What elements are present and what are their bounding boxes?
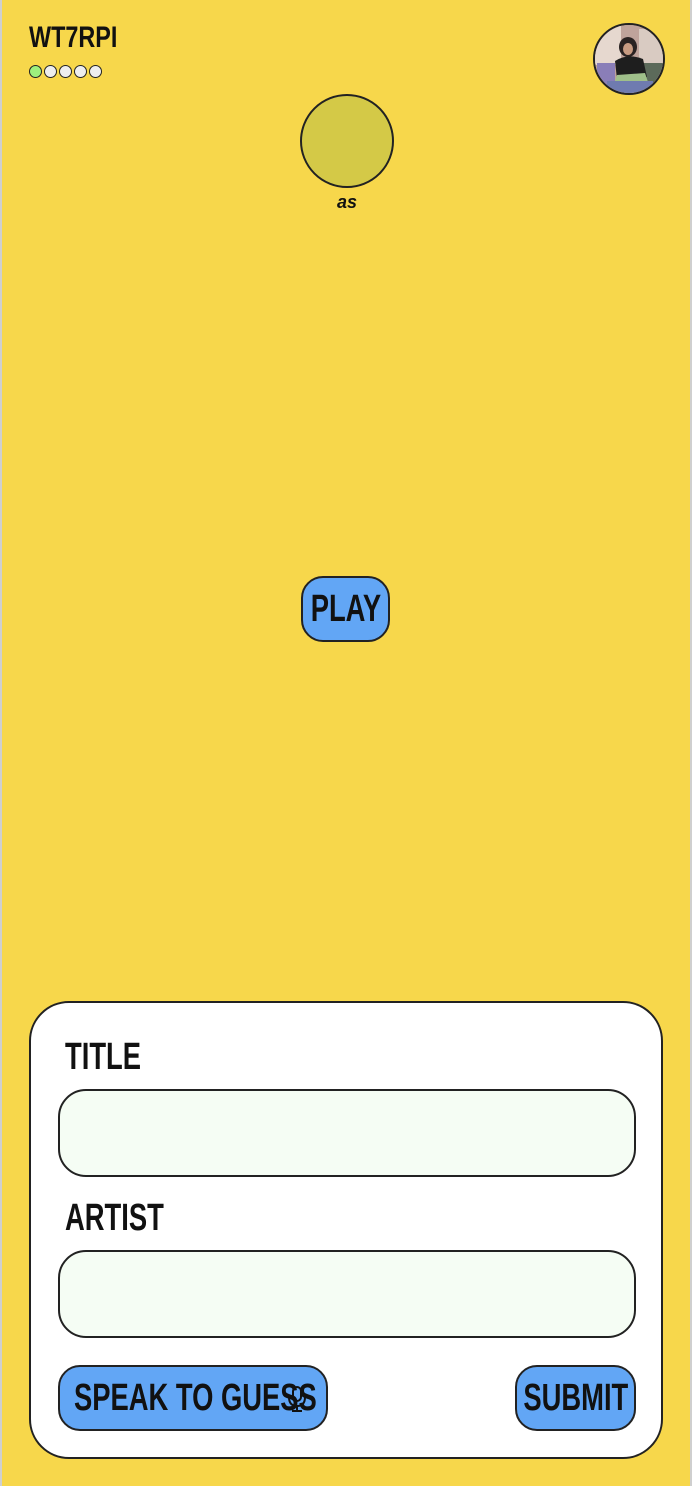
user-avatar[interactable] <box>593 23 665 95</box>
title-input[interactable] <box>58 1089 636 1177</box>
round-dot-3 <box>59 65 72 78</box>
player-name: as <box>336 192 358 212</box>
round-dot-2 <box>44 65 57 78</box>
avatar-photo-icon <box>595 25 663 93</box>
microphone-icon <box>288 1386 306 1412</box>
speak-to-guess-button[interactable]: SPEAK TO GUESS <box>58 1365 328 1431</box>
round-progress-dots <box>29 65 102 78</box>
round-dot-1 <box>29 65 42 78</box>
play-button-label: PLAY <box>310 588 381 630</box>
speak-to-guess-label: SPEAK TO GUESS <box>74 1377 317 1419</box>
title-label: TITLE <box>65 1036 141 1078</box>
room-code: WT7RPI <box>29 21 118 54</box>
round-dot-5 <box>89 65 102 78</box>
player-token <box>300 94 394 188</box>
guess-panel: TITLE ARTIST SPEAK TO GUESS SUBMIT <box>29 1001 663 1459</box>
round-dot-4 <box>74 65 87 78</box>
submit-button[interactable]: SUBMIT <box>515 1365 636 1431</box>
game-screen: WT7RPI as PLAY TITLE ARTIST SPEAK TO GUE… <box>2 0 690 1486</box>
artist-input[interactable] <box>58 1250 636 1338</box>
artist-label: ARTIST <box>65 1197 164 1239</box>
play-button[interactable]: PLAY <box>301 576 390 642</box>
submit-button-label: SUBMIT <box>523 1377 628 1419</box>
